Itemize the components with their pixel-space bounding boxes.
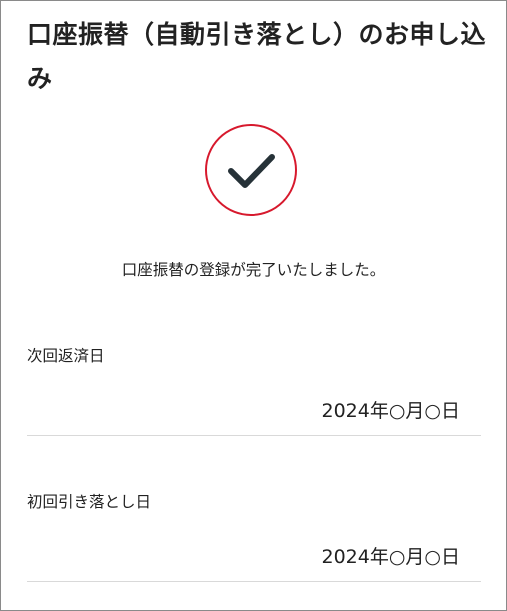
success-indicator (205, 124, 297, 216)
divider (27, 435, 481, 436)
page-title: 口座振替（自動引き落とし）のお申し込み (27, 20, 487, 93)
first-debit-date-value: 2024年○月○日 (321, 546, 460, 568)
next-repayment-date-value: 2024年○月○日 (321, 400, 460, 422)
divider (27, 581, 481, 582)
completion-message: 口座振替の登録が完了いたしました。 (121, 261, 386, 279)
completion-screen: 口座振替（自動引き落とし）のお申し込み 口座振替の登録が完了いたしました。 次回… (0, 0, 507, 611)
next-repayment-date-label: 次回返済日 (27, 347, 105, 365)
check-icon (228, 154, 275, 188)
first-debit-date-label: 初回引き落とし日 (27, 493, 152, 511)
